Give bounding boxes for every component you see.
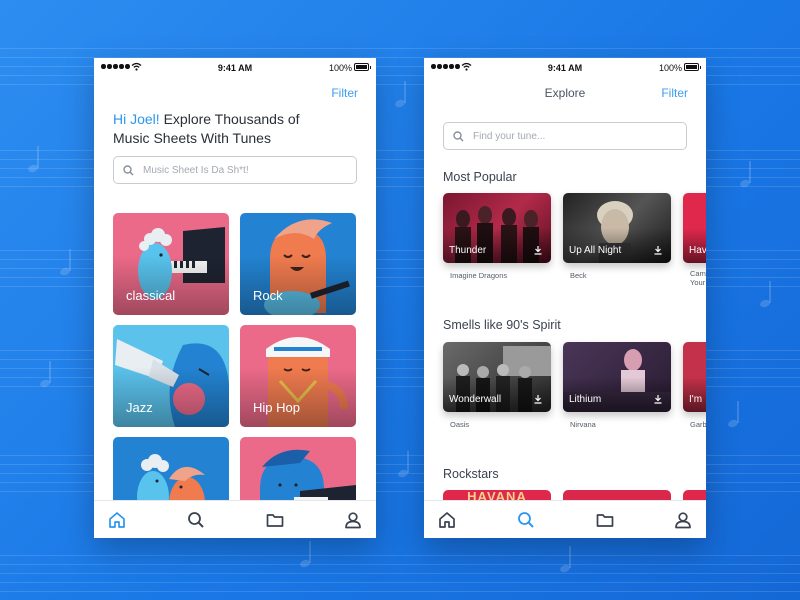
search-icon	[453, 131, 464, 142]
artist-name: Cam Your	[690, 269, 706, 287]
album-card-wonderwall[interactable]: Wonderwall	[443, 342, 551, 412]
home-icon[interactable]	[437, 510, 457, 530]
search-placeholder: Music Sheet Is Da Sh*t!	[143, 165, 249, 176]
search-input[interactable]: Find your tune...	[443, 122, 687, 150]
bottom-navigation	[424, 500, 706, 538]
battery-percent: 100%	[658, 63, 682, 73]
genre-label: Hip Hop	[253, 400, 300, 415]
battery-icon	[354, 63, 371, 71]
section-title: Smells like 90's Spirit	[443, 318, 561, 332]
bottom-navigation	[94, 500, 376, 538]
album-card-up-all-night[interactable]: Up All Night	[563, 193, 671, 263]
battery-icon	[684, 63, 701, 71]
genre-tile-jazz[interactable]: Jazz	[113, 325, 229, 427]
search-icon	[123, 165, 134, 176]
artist-name: Imagine Dragons	[450, 271, 508, 280]
download-icon[interactable]	[653, 394, 663, 404]
artist-name: Nirvana	[570, 420, 596, 429]
download-icon[interactable]	[533, 394, 543, 404]
filter-button[interactable]: Filter	[331, 86, 358, 100]
genre-tile-hip-hop[interactable]: Hip Hop	[240, 325, 356, 427]
song-title: Wonderwall	[449, 394, 502, 405]
search-placeholder: Find your tune...	[473, 131, 546, 142]
profile-icon[interactable]	[343, 510, 363, 530]
genre-tile-classical[interactable]: classical	[113, 213, 229, 315]
album-card-lithium[interactable]: Lithium	[563, 342, 671, 412]
filter-button[interactable]: Filter	[661, 86, 688, 100]
genre-label: classical	[126, 288, 176, 303]
song-title: Lithium	[569, 394, 602, 405]
song-title: Hav	[689, 245, 706, 256]
folder-icon[interactable]	[595, 510, 615, 530]
song-title: Thunder	[449, 245, 487, 256]
home-icon[interactable]	[107, 510, 127, 530]
search-icon[interactable]	[186, 510, 206, 530]
folder-icon[interactable]	[265, 510, 285, 530]
album-card-garbage[interactable]: I'm	[683, 342, 706, 412]
battery-percent: 100%	[328, 63, 352, 73]
album-card-havana[interactable]: Hav	[683, 193, 706, 263]
status-bar: 9:41 AM 100%	[94, 58, 376, 78]
search-input[interactable]: Music Sheet Is Da Sh*t!	[113, 156, 357, 184]
status-bar: 9:41 AM 100%	[424, 58, 706, 78]
song-title: I'm	[689, 394, 703, 405]
artist-name: Garb	[690, 420, 706, 429]
genre-label: Rock	[253, 288, 283, 303]
page-headline: Hi Joel! Explore Thousands of Music Shee…	[113, 110, 333, 148]
section-title: Most Popular	[443, 170, 517, 184]
artist-name: Oasis	[450, 420, 470, 429]
genre-tile-rock[interactable]: Rock	[240, 213, 356, 315]
download-icon[interactable]	[653, 245, 663, 255]
section-title: Rockstars	[443, 467, 499, 481]
genre-label: Jazz	[126, 400, 153, 415]
explore-screen: 9:41 AM 100% Explore Filter Find your tu…	[424, 58, 706, 538]
album-card-thunder[interactable]: Thunder	[443, 193, 551, 263]
artist-name: Beck	[570, 271, 587, 280]
profile-icon[interactable]	[673, 510, 693, 530]
song-title: Up All Night	[569, 245, 622, 256]
genres-screen: 9:41 AM 100% Filter Hi Joel! Explore Tho…	[94, 58, 376, 538]
download-icon[interactable]	[533, 245, 543, 255]
greeting: Hi Joel!	[113, 111, 160, 127]
search-icon[interactable]	[516, 510, 536, 530]
